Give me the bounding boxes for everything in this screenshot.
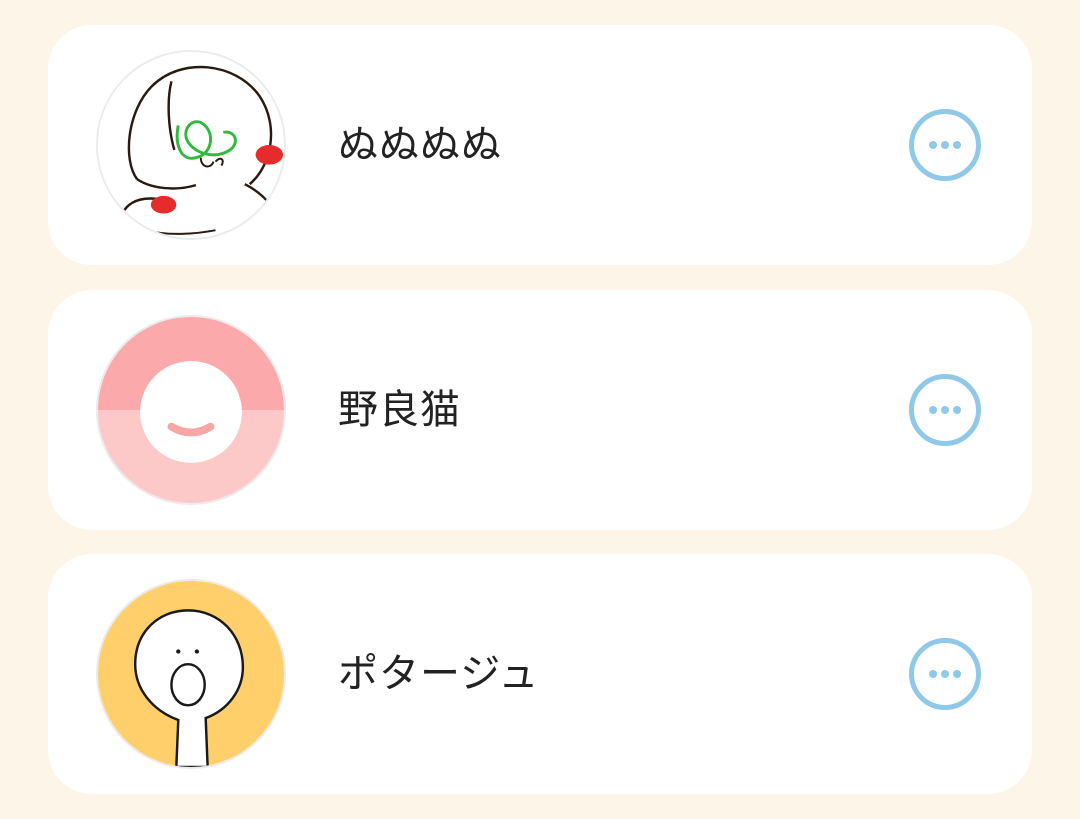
- more-options-button[interactable]: [909, 638, 981, 710]
- contact-list: ぬぬぬぬ 野良猫 ポタージュ: [0, 0, 1080, 819]
- hand-drawn-face-avatar-icon[interactable]: [96, 50, 286, 240]
- more-options-button[interactable]: [909, 109, 981, 181]
- contact-name: ポタージュ: [338, 651, 540, 697]
- surprised-face-yellow-avatar-icon[interactable]: [96, 579, 286, 769]
- contact-card[interactable]: 野良猫: [48, 290, 1032, 530]
- contact-name: ぬぬぬぬ: [338, 122, 502, 168]
- more-options-button[interactable]: [909, 374, 981, 446]
- more-options-icon: [929, 141, 961, 149]
- contact-card[interactable]: ポタージュ: [48, 554, 1032, 794]
- more-options-icon: [929, 670, 961, 678]
- more-options-icon: [929, 406, 961, 414]
- contact-card[interactable]: ぬぬぬぬ: [48, 25, 1032, 265]
- contact-name: 野良猫: [338, 387, 461, 433]
- smiling-pink-circle-avatar-icon[interactable]: [96, 315, 286, 505]
